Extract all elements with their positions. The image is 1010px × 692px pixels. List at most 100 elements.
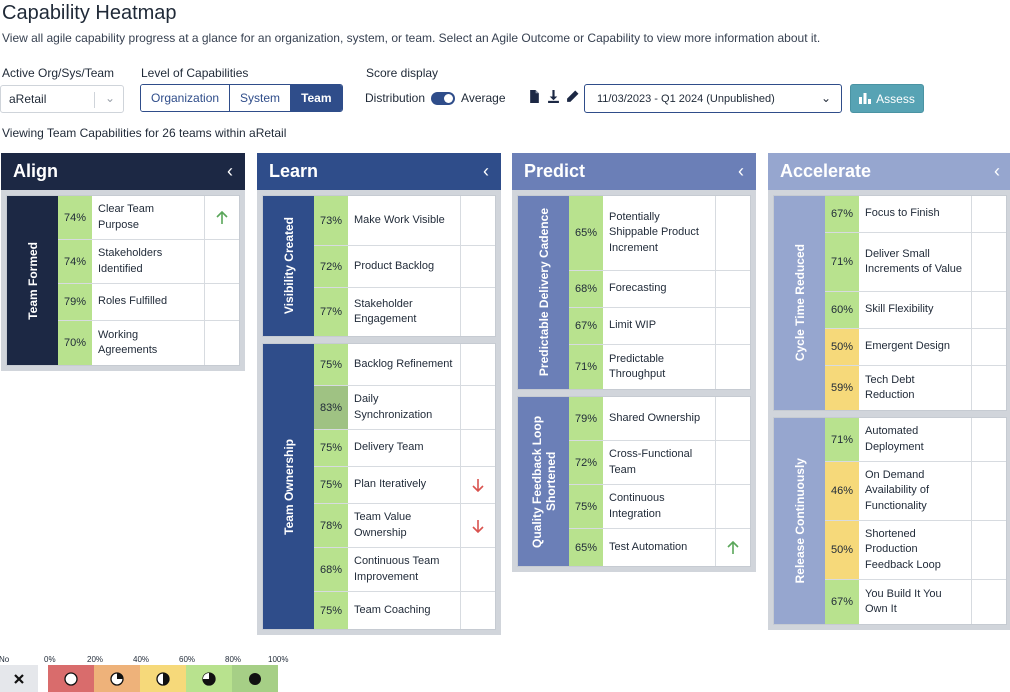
column-predict: Predict ‹ Predictable Delivery Cadence 65% P… bbox=[512, 153, 756, 572]
legend-tick: 0% bbox=[44, 655, 56, 664]
org-label: Active Org/Sys/Team bbox=[2, 66, 115, 80]
capability-score: 50% bbox=[825, 521, 859, 579]
arrow-up-icon bbox=[715, 529, 750, 566]
capability-score: 60% bbox=[825, 292, 859, 328]
full-circle-icon bbox=[249, 672, 261, 685]
capability-row[interactable]: 46% On Demand Availability of Functionali… bbox=[825, 462, 1006, 521]
capability-row[interactable]: 71% Predictable Throughput bbox=[569, 345, 750, 389]
capability-score: 75% bbox=[314, 430, 348, 466]
capability-row[interactable]: 78% Team Value Ownership bbox=[314, 504, 495, 548]
level-team-button[interactable]: Team bbox=[291, 85, 342, 111]
capability-row[interactable]: 75% Plan Iteratively bbox=[314, 467, 495, 504]
chevron-left-icon[interactable]: ‹ bbox=[994, 161, 1000, 182]
column-header-predict[interactable]: Predict ‹ bbox=[512, 153, 756, 190]
capability-row[interactable]: 74% Stakeholders Identified bbox=[58, 240, 239, 284]
score-toggle[interactable] bbox=[431, 91, 456, 105]
capability-row[interactable]: 65% Potentially Shippable Product Increme… bbox=[569, 196, 750, 271]
capability-name: Tech Debt Reduction bbox=[865, 373, 915, 402]
capability-row[interactable]: 67% Limit WIP bbox=[569, 308, 750, 345]
trend-cell bbox=[715, 271, 750, 307]
capability-row[interactable]: 68% Forecasting bbox=[569, 271, 750, 308]
chevron-down-icon: ⌄ bbox=[104, 91, 115, 105]
capability-row[interactable]: 67% You Build It You Own It bbox=[825, 580, 1006, 624]
capability-row[interactable]: 75% Delivery Team bbox=[314, 430, 495, 467]
capability-name: Clear Team Purpose bbox=[98, 203, 155, 231]
capability-score: 70% bbox=[58, 321, 92, 365]
capability-row[interactable]: 77% Stakeholder Engagement bbox=[314, 288, 495, 336]
trend-cell bbox=[971, 418, 1006, 461]
trend-cell bbox=[971, 196, 1006, 232]
arrow-up-icon bbox=[204, 196, 239, 239]
capability-name: Skill Flexibility bbox=[865, 303, 934, 316]
assessment-date-select[interactable]: 11/03/2023 - Q1 2024 (Unpublished) ⌄ bbox=[584, 84, 842, 113]
outcome-label[interactable]: Quality Feedback Loop Shortened bbox=[518, 397, 569, 566]
capability-row[interactable]: 50% Emergent Design bbox=[825, 329, 1006, 366]
capability-row[interactable]: 50% Shortened Production Feedback Loop bbox=[825, 521, 1006, 580]
chevron-left-icon[interactable]: ‹ bbox=[227, 161, 233, 182]
capability-name: Shortened Production Feedback Loop bbox=[865, 527, 941, 571]
empty-circle-icon bbox=[64, 671, 78, 686]
column-header-learn[interactable]: Learn ‹ bbox=[257, 153, 501, 190]
outcome-group: Team Formed 74% Clear Team Purpose 74% Stake… bbox=[6, 195, 240, 366]
select-divider bbox=[94, 92, 95, 108]
capability-row[interactable]: 65% Test Automation bbox=[569, 529, 750, 566]
capability-row[interactable]: 70% Working Agreements bbox=[58, 321, 239, 365]
capability-name: Working Agreements bbox=[98, 328, 158, 357]
capability-name: Predictable Throughput bbox=[609, 352, 666, 381]
capability-rows: 67% Focus to Finish 71% Deliver Small Incre… bbox=[825, 196, 1006, 410]
legend-tick: 100% bbox=[268, 655, 289, 664]
level-organization-button[interactable]: Organization bbox=[141, 85, 231, 111]
capability-row[interactable]: 71% Deliver Small Increments of Value bbox=[825, 233, 1006, 292]
outcome-label[interactable]: Predictable Delivery Cadence bbox=[518, 196, 569, 389]
capability-row[interactable]: 59% Tech Debt Reduction bbox=[825, 366, 1006, 410]
column-header-align[interactable]: Align ‹ bbox=[1, 153, 245, 190]
capability-rows: 71% Automated Deployment 46% On Demand Avai… bbox=[825, 418, 1006, 624]
capability-row[interactable]: 72% Cross-Functional Team bbox=[569, 441, 750, 485]
capability-row[interactable]: 71% Automated Deployment bbox=[825, 418, 1006, 462]
column-header-accelerate[interactable]: Accelerate ‹ bbox=[768, 153, 1010, 190]
capability-row[interactable]: 67% Focus to Finish bbox=[825, 196, 1006, 233]
outcome-label[interactable]: Team Formed bbox=[7, 196, 58, 365]
capability-row[interactable]: 79% Roles Fulfilled bbox=[58, 284, 239, 321]
trend-cell bbox=[460, 344, 495, 385]
trend-cell bbox=[204, 240, 239, 283]
legend-tick: 20% bbox=[87, 655, 104, 664]
capability-score: 67% bbox=[569, 308, 603, 344]
assess-button[interactable]: Assess bbox=[850, 84, 924, 113]
outcome-group: Cycle Time Reduced 67% Focus to Finish 71% D… bbox=[773, 195, 1007, 411]
capability-row[interactable]: 60% Skill Flexibility bbox=[825, 292, 1006, 329]
legend-80-100 bbox=[232, 665, 278, 692]
trend-cell bbox=[204, 284, 239, 320]
capability-row[interactable]: 73% Make Work Visible bbox=[314, 196, 495, 246]
outcome-group: Predictable Delivery Cadence 65% Potential… bbox=[517, 195, 751, 390]
capability-row[interactable]: 74% Clear Team Purpose bbox=[58, 196, 239, 240]
legend-no-value bbox=[0, 665, 38, 692]
chevron-left-icon[interactable]: ‹ bbox=[483, 161, 489, 182]
capability-row[interactable]: 68% Continuous Team Improvement bbox=[314, 548, 495, 592]
capability-row[interactable]: 75% Backlog Refinement bbox=[314, 344, 495, 386]
outcome-label[interactable]: Team Ownership bbox=[263, 344, 314, 629]
arrow-down-icon bbox=[460, 504, 495, 547]
outcome-label[interactable]: Cycle Time Reduced bbox=[774, 196, 825, 410]
capability-name: Potentially Shippable Product Increment bbox=[609, 210, 699, 254]
document-icon[interactable] bbox=[528, 90, 541, 103]
capability-row[interactable]: 72% Product Backlog bbox=[314, 246, 495, 288]
capability-row[interactable]: 79% Shared Ownership bbox=[569, 397, 750, 441]
org-select[interactable]: aRetail ⌄ bbox=[0, 85, 124, 113]
outcome-label-text: Predictable Delivery Cadence bbox=[536, 208, 551, 377]
capability-row[interactable]: 75% Continuous Integration bbox=[569, 485, 750, 529]
legend-60-80 bbox=[186, 665, 232, 692]
outcome-label[interactable]: Release Continuously bbox=[774, 418, 825, 624]
capability-score: 68% bbox=[569, 271, 603, 307]
capability-row[interactable]: 83% Daily Synchronization bbox=[314, 386, 495, 430]
pencil-icon[interactable] bbox=[566, 90, 579, 103]
outcome-label[interactable]: Visibility Created bbox=[263, 196, 314, 336]
download-icon[interactable] bbox=[547, 90, 560, 103]
chevron-left-icon[interactable]: ‹ bbox=[738, 161, 744, 182]
capability-rows: 79% Shared Ownership 72% Cross-Functional T… bbox=[569, 397, 750, 566]
level-system-button[interactable]: System bbox=[230, 85, 292, 111]
capability-score: 72% bbox=[569, 441, 603, 484]
capability-score: 74% bbox=[58, 196, 92, 239]
outcome-group: Visibility Created 73% Make Work Visible 72… bbox=[262, 195, 496, 337]
capability-row[interactable]: 75% Team Coaching bbox=[314, 592, 495, 629]
